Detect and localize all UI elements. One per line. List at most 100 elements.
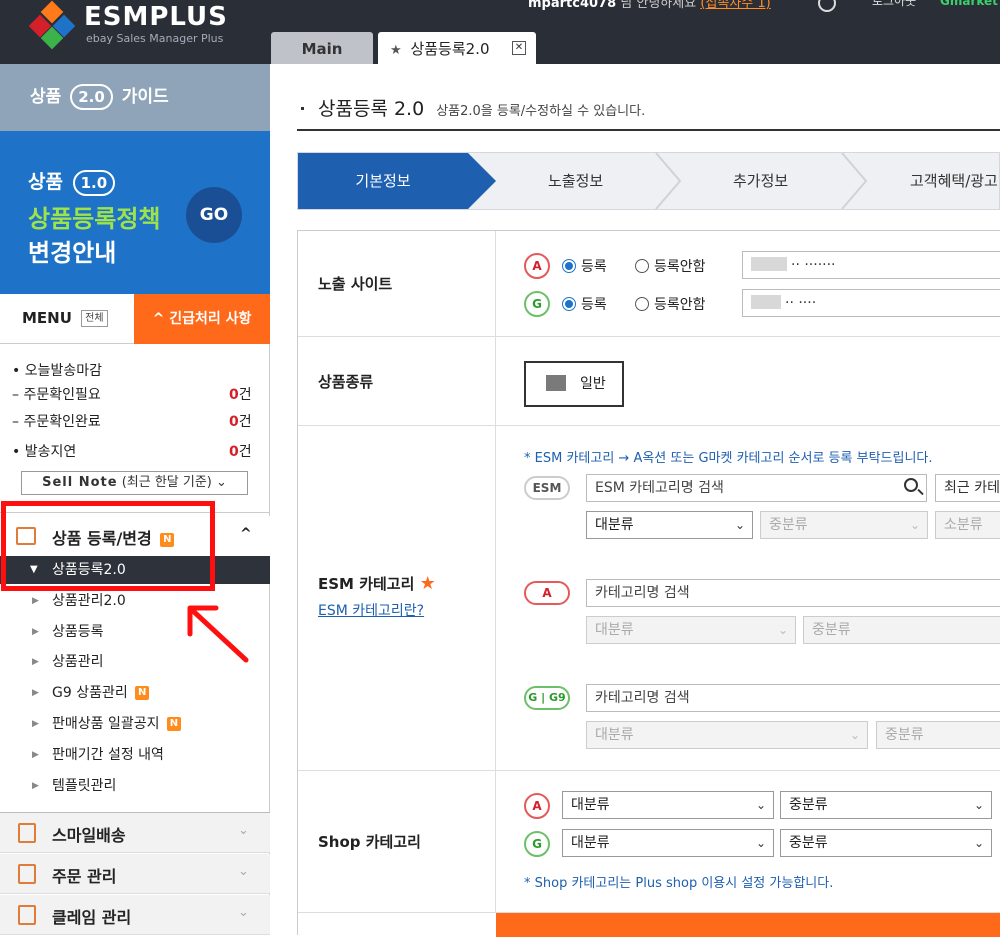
esm-small-select[interactable]: 소분류 [935, 511, 1000, 539]
esm-big-select[interactable]: 대분류 ⌄ [586, 511, 753, 539]
star-icon: ★ [390, 43, 402, 58]
sell-note-period: (최근 한달 기준) ⌄ [117, 475, 227, 490]
select-value: 대분류 [571, 797, 610, 813]
gmarket-badge: G [524, 831, 550, 857]
gmarket-mid-select[interactable]: 중분류 [876, 721, 1000, 749]
category-order[interactable]: 주문 관리 ⌄ [0, 854, 270, 894]
sidebar: 상품 2.0 가이드 상품 1.0 상품등록정책 변경안내 GO MENU 전체… [0, 64, 270, 935]
masked-value [751, 295, 781, 309]
category-smile-delivery[interactable]: 스마일배송 ⌄ [0, 813, 270, 853]
chevron-down-icon: ⌄ [238, 823, 249, 838]
select-value: 중분류 [812, 622, 851, 638]
gmarket-category-search[interactable]: 카테고리명 검색 [586, 684, 1000, 712]
row-esm-category: ESM 카테고리 ★ ESM 카테고리란? * ESM 카테고리 → A옥션 또… [298, 426, 1000, 771]
radio-g-no-register[interactable]: 등록안함 [635, 294, 706, 314]
chevron-down-icon: ⌄ [755, 798, 766, 812]
product-type-general-button[interactable]: 일반 [524, 361, 624, 407]
stat-label[interactable]: – 주문확인필요 [12, 384, 101, 404]
chevron-right-icon [841, 153, 868, 209]
highlight-box [1, 501, 215, 591]
gmarket-g9-badge: G | G9 [524, 686, 570, 710]
shop-g-mid-select[interactable]: 중분류 ⌄ [780, 829, 992, 857]
tab-main[interactable]: Main [271, 32, 373, 64]
banner-line2: 상품등록정책 [28, 205, 161, 233]
shop-a-mid-select[interactable]: 중분류 ⌄ [780, 791, 992, 819]
step-customer-benefit[interactable]: 고객혜택/광고 [910, 153, 998, 209]
guide-banner[interactable]: 상품 2.0 가이드 [0, 64, 270, 131]
tab-product-reg-label: 상품등록2.0 [410, 40, 490, 58]
stat-unit: 건 [238, 414, 252, 430]
category-label: 스마일배송 [52, 826, 126, 845]
sidebar-item-text: G9 상품관리 [52, 685, 128, 701]
radio-a-no-register[interactable]: 등록안함 [635, 256, 706, 276]
radio-g-register[interactable]: 등록 [562, 294, 607, 314]
sell-note-dropdown[interactable]: Sell Note (최근 한달 기준) ⌄ [21, 471, 248, 495]
policy-banner[interactable]: 상품 1.0 상품등록정책 변경안내 GO [0, 131, 270, 294]
row-product-type: 상품종류 일반 [298, 337, 1000, 426]
stat-label[interactable]: – 주문확인완료 [12, 411, 101, 431]
step-additional-info[interactable]: 추가정보 [733, 153, 788, 209]
logout-link[interactable]: 로그아웃 [872, 0, 916, 8]
masked-value [751, 257, 787, 271]
sidebar-item[interactable]: ▶ 템플릿관리 [0, 771, 270, 801]
row-label-text: Shop 카테고리 [318, 833, 421, 851]
menu-bar: MENU 전체 ^ 긴급처리 사항 [0, 294, 270, 344]
required-star-icon: ★ [419, 573, 436, 594]
chevron-down-icon: ⌄ [973, 798, 984, 812]
stat-value[interactable]: 0건 [229, 441, 252, 461]
visitor-link[interactable]: (접속자수 1) [700, 0, 770, 11]
row-label-text: 상품종류 [318, 373, 374, 391]
sidebar-item[interactable]: ▶ 판매기간 설정 내역 [0, 740, 270, 770]
chevron-down-icon: ⌄ [734, 518, 745, 532]
auction-mid-select[interactable]: 중분류 [803, 616, 1000, 644]
shop-g-big-select[interactable]: 대분류 ⌄ [562, 829, 774, 857]
auction-id-field[interactable]: ·· ······· [742, 251, 1000, 279]
stat-label[interactable]: • 발송지연 [12, 441, 76, 461]
sidebar-item[interactable]: ▶ 판매상품 일괄공지 N [0, 709, 270, 739]
gmarket-link[interactable]: Gmarket [940, 0, 998, 8]
auction-category-search[interactable]: 카테고리명 검색 [586, 579, 1000, 607]
row-label: ESM 카테고리 ★ ESM 카테고리란? [298, 426, 496, 770]
radio-on-icon [562, 259, 576, 273]
row-shop-category: Shop 카테고리 A 대분류 ⌄ 중분류 ⌄ G 대분류 ⌄ 중분류 ⌄ * Shop… [298, 771, 1000, 913]
product-type-value: 일반 [580, 376, 606, 392]
stat-value[interactable]: 0건 [229, 384, 252, 404]
tab-product-reg[interactable]: ★ 상품등록2.0 ✕ [378, 32, 536, 64]
title-divider [297, 129, 1000, 131]
esm-notice: * ESM 카테고리 → A옥션 또는 G마켓 카테고리 순서로 등록 부탁드립… [524, 451, 933, 466]
gmarket-id-field[interactable]: ·· ···· [742, 289, 1000, 317]
esm-help-link[interactable]: ESM 카테고리란? [318, 600, 424, 620]
auction-id-text: ·· ······· [791, 257, 836, 273]
go-button[interactable]: GO [186, 187, 242, 243]
shop-a-big-select[interactable]: 대분류 ⌄ [562, 791, 774, 819]
user-id: mpartc4078 [528, 0, 617, 11]
product-form: 노출 사이트 A 등록 등록안함 ·· ······· G 등록 등록안함 ··… [297, 230, 1000, 937]
urgent-button[interactable]: ^ 긴급처리 사항 [134, 294, 270, 344]
row-label: 상품종류 [298, 337, 496, 425]
caret-right-icon: ▶ [32, 657, 39, 667]
stat-value[interactable]: 0건 [229, 411, 252, 431]
menu-all-button[interactable]: 전체 [81, 310, 108, 327]
esm-search-input[interactable]: ESM 카테고리명 검색 [586, 474, 927, 502]
close-icon[interactable]: ✕ [512, 41, 526, 55]
clock-icon[interactable] [818, 0, 836, 12]
recent-category-select[interactable]: 최근 카테 [935, 474, 1000, 502]
category-claim[interactable]: 클레임 관리 ⌄ [0, 895, 270, 935]
user-greeting: mpartc4078 님 안녕하세요 (접속자수 1) [528, 0, 771, 11]
sidebar-item[interactable]: ▶ G9 상품관리 N [0, 678, 270, 708]
radio-a-register[interactable]: 등록 [562, 256, 607, 276]
auction-big-select[interactable]: 대분류 ⌄ [586, 616, 796, 644]
brand-notice-bar [496, 913, 1000, 937]
step-exposure-info[interactable]: 노출정보 [548, 153, 603, 209]
menu-title: MENU [22, 309, 72, 327]
select-value: 대분류 [595, 727, 634, 743]
sidebar-item-label: 템플릿관리 [52, 778, 117, 794]
chevron-up-icon[interactable]: ^ [240, 526, 252, 542]
esm-badge: ESM [524, 476, 570, 500]
gmarket-big-select[interactable]: 대분류 ⌄ [586, 721, 868, 749]
new-badge: N [135, 686, 150, 700]
step-basic-info[interactable]: 기본정보 [298, 153, 496, 209]
top-links: 로그아웃 Gmarket [872, 0, 998, 9]
search-icon[interactable] [904, 478, 918, 492]
esm-mid-select[interactable]: 중분류 ⌄ [760, 511, 928, 539]
